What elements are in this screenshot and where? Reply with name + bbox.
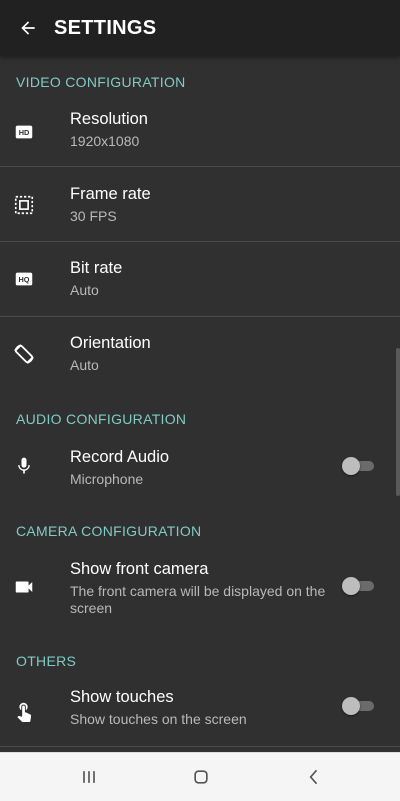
setting-subtitle: The front camera will be displayed on th… [70, 583, 326, 616]
setting-title: Show touches [70, 688, 174, 706]
mic-icon [12, 454, 36, 478]
hq-icon: HQ [12, 267, 36, 291]
svg-text:HQ: HQ [19, 275, 30, 284]
hd-icon: HD [12, 120, 36, 144]
section-header-others: OTHERS [16, 653, 77, 669]
setting-subtitle: Auto [70, 282, 99, 298]
toggle-thumb [342, 697, 360, 715]
divider [0, 746, 400, 747]
toggle-thumb [342, 457, 360, 475]
setting-resolution[interactable]: HD Resolution 1920x1080 [0, 100, 400, 166]
section-header-audio: AUDIO CONFIGURATION [16, 411, 187, 427]
toggle-thumb [342, 577, 360, 595]
svg-text:HD: HD [19, 128, 30, 137]
section-header-camera: CAMERA CONFIGURATION [16, 523, 202, 539]
recent-apps-icon[interactable] [77, 765, 101, 789]
setting-record-audio[interactable]: Record Audio Microphone [0, 436, 400, 500]
videocam-icon [12, 575, 36, 599]
setting-subtitle: 1920x1080 [70, 133, 140, 149]
page-title: SETTINGS [54, 16, 157, 39]
setting-subtitle: Microphone [70, 471, 144, 487]
screen-rotation-icon [12, 342, 36, 366]
setting-title: Show front camera [70, 560, 209, 578]
setting-show-touches[interactable]: Show touches Show touches on the screen [0, 680, 400, 746]
back-icon[interactable] [302, 765, 326, 789]
setting-title: Orientation [70, 334, 151, 352]
app-bar: SETTINGS [0, 0, 400, 56]
setting-title: Frame rate [70, 185, 151, 203]
frame-icon [12, 193, 36, 217]
section-header-video: VIDEO CONFIGURATION [16, 74, 186, 90]
setting-title: Resolution [70, 110, 148, 128]
back-arrow-icon[interactable] [16, 16, 40, 40]
system-nav-bar [0, 752, 400, 801]
setting-subtitle: Auto [70, 357, 99, 373]
setting-subtitle: Show touches on the screen [70, 711, 247, 727]
setting-subtitle: 30 FPS [70, 208, 117, 224]
setting-title: Bit rate [70, 259, 123, 277]
setting-title: Record Audio [70, 448, 170, 466]
settings-list[interactable]: VIDEO CONFIGURATION HD Resolution 1920x1… [0, 56, 400, 752]
home-icon[interactable] [189, 765, 213, 789]
setting-bit-rate[interactable]: HQ Bit rate Auto [0, 242, 400, 316]
touch-icon [12, 699, 36, 723]
setting-frame-rate[interactable]: Frame rate 30 FPS [0, 167, 400, 241]
setting-orientation[interactable]: Orientation Auto [0, 317, 400, 391]
scrollbar[interactable] [396, 348, 400, 496]
show-touches-toggle[interactable] [342, 696, 374, 716]
setting-show-front-camera[interactable]: Show front camera The front camera will … [0, 551, 400, 631]
record-audio-toggle[interactable] [342, 456, 374, 476]
show-front-camera-toggle[interactable] [342, 576, 374, 596]
